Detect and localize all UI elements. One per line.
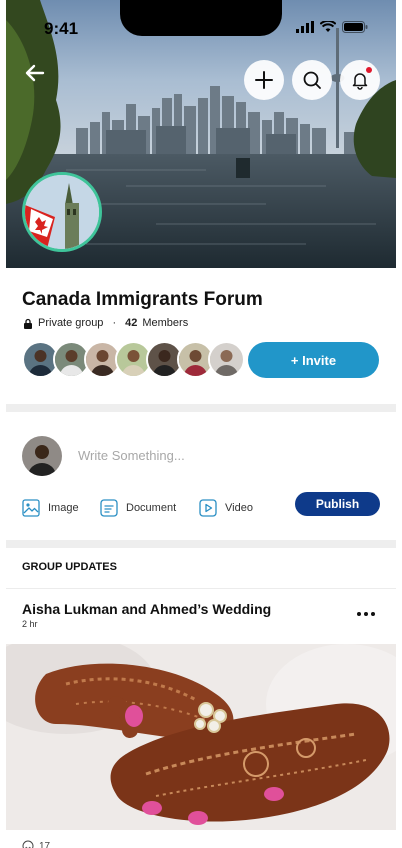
section-title: GROUP UPDATES [22,561,117,573]
group-meta: Private group · 42 Members [23,317,188,329]
henna-hands-image [6,644,396,830]
image-icon [22,499,40,517]
lock-icon [24,318,32,329]
attach-document-label: Document [126,502,177,514]
notification-dot [366,67,372,73]
more-options-button[interactable] [354,607,378,621]
post-title[interactable]: Aisha Lukman and Ahmed’s Wedding [22,601,271,617]
notifications-button[interactable] [340,60,380,100]
wifi-icon [320,21,336,32]
more-dot-icon [364,612,368,616]
status-icons [296,21,368,33]
section-divider [6,404,396,412]
search-icon [303,71,321,89]
search-button[interactable] [292,60,332,100]
publish-button[interactable]: Publish [295,492,380,516]
member-avatars[interactable] [22,341,245,379]
cover-photo: 9:41 [6,0,396,268]
add-button[interactable] [244,60,284,100]
post-timestamp: 2 hr [22,619,38,629]
canada-flag-image [25,175,99,249]
signal-icon [296,21,314,33]
separator-line [6,588,396,589]
member-avatar[interactable] [208,341,245,378]
attach-image-label: Image [48,502,79,514]
member-count: 42 [125,317,138,329]
reaction-count: 17 [39,840,51,848]
attach-image-button[interactable]: Image [22,499,79,517]
post-input[interactable]: Write Something... [78,448,185,463]
attach-document-button[interactable]: Document [100,499,176,517]
video-icon [199,499,217,517]
user-avatar[interactable] [22,436,62,476]
group-name: Canada Immigrants Forum [22,289,263,310]
attach-video-button[interactable]: Video [199,499,253,517]
device-notch [120,0,282,36]
back-button[interactable] [22,60,48,86]
arrow-left-icon [25,64,45,82]
section-divider [6,540,396,548]
more-dot-icon [371,612,375,616]
meta-separator: · [112,317,117,329]
status-time: 9:41 [44,19,79,38]
header-actions [244,60,380,100]
smiley-icon [22,840,34,848]
post-image[interactable] [6,644,396,830]
member-label: Members [142,317,189,329]
attach-video-label: Video [225,502,253,514]
privacy-label: Private group [38,317,104,329]
plus-icon [255,71,273,89]
more-dot-icon [357,612,361,616]
reactions-row[interactable]: 17 [22,840,50,848]
bell-icon [352,73,368,90]
document-icon [100,499,118,517]
battery-icon [342,21,368,33]
invite-button[interactable]: + Invite [248,342,379,378]
app-frame: 9:41 Canada Immigrants Forum Private gro… [6,0,396,848]
group-avatar[interactable] [22,172,102,252]
